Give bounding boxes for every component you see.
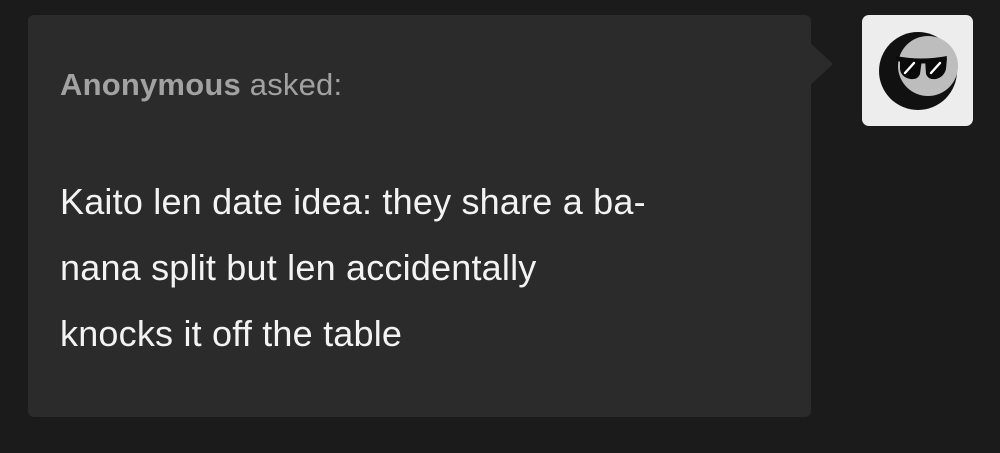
asker-line: Anonymous asked: xyxy=(60,65,779,105)
question-line: Kaito len date idea: they share a ba- xyxy=(60,181,646,222)
question-line: knocks it off the table xyxy=(60,313,403,354)
asker-name[interactable]: Anonymous xyxy=(60,67,241,102)
question-text: Kaito len date idea: they share a ba- na… xyxy=(60,169,775,367)
anonymous-sunglasses-avatar-icon xyxy=(878,31,958,110)
avatar[interactable] xyxy=(862,15,973,126)
asked-label: asked: xyxy=(249,67,343,102)
ask-bubble: Anonymous asked: Kaito len date idea: th… xyxy=(28,15,811,417)
bubble-tail xyxy=(809,42,833,86)
question-line: nana split but len accidentally xyxy=(60,247,537,288)
